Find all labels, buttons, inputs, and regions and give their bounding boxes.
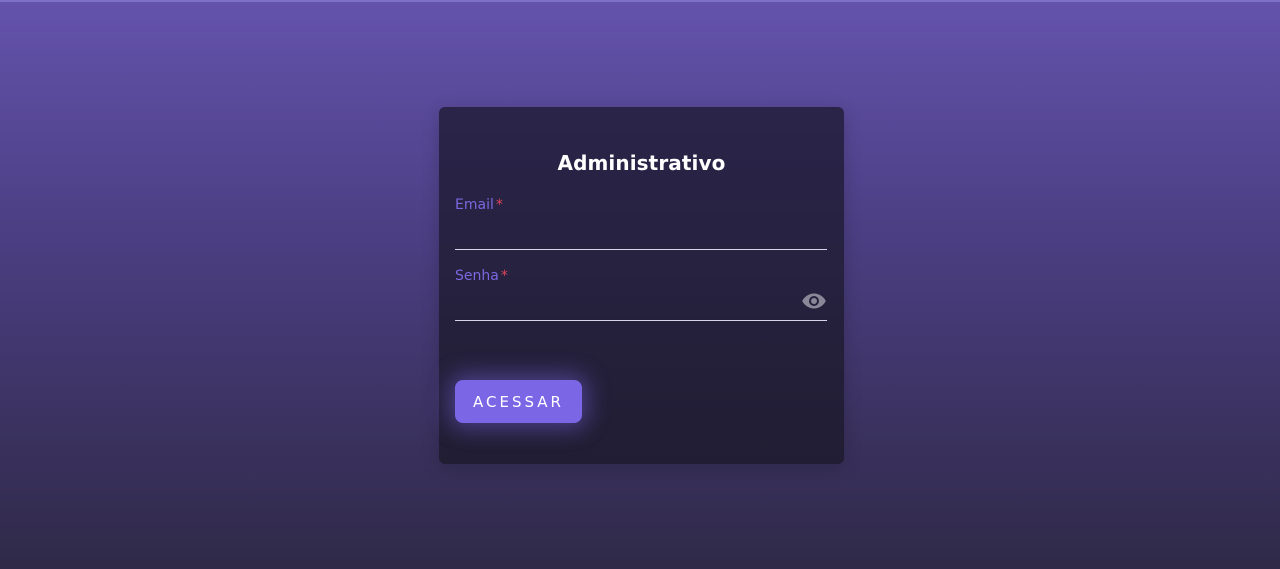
password-label-text: Senha — [455, 268, 499, 284]
email-input[interactable] — [455, 221, 795, 247]
email-label: Email * — [455, 197, 503, 213]
email-field-group: Email * — [455, 197, 827, 251]
email-label-text: Email — [455, 197, 494, 213]
password-required-mark: * — [500, 268, 508, 284]
eye-icon-graphic — [802, 293, 826, 309]
submit-button[interactable]: ACESSAR — [455, 380, 582, 423]
password-label: Senha * — [455, 268, 508, 284]
login-card: Administrativo Email * Senha * ACESSAR — [439, 107, 844, 464]
page-title: Administrativo — [557, 151, 726, 175]
password-underline — [455, 320, 827, 321]
email-required-mark: * — [495, 197, 503, 213]
password-field-group: Senha * — [455, 268, 827, 322]
eye-icon[interactable] — [801, 288, 827, 314]
password-input[interactable] — [455, 292, 795, 318]
top-border-line — [0, 0, 1280, 2]
email-underline — [455, 249, 827, 250]
